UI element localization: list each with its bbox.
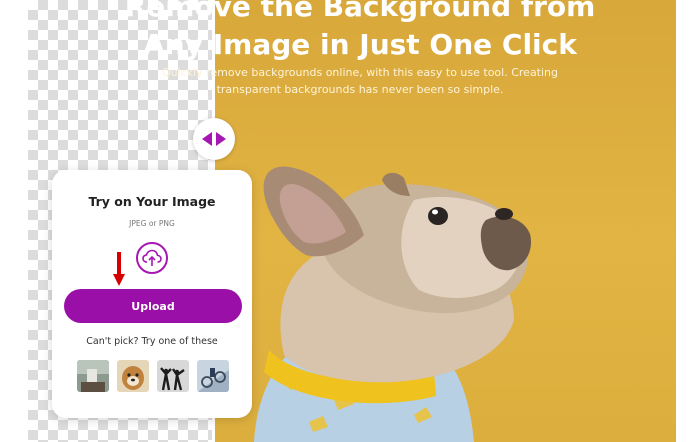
upload-card: Try on Your Image JPEG or PNG Upload Can… — [52, 170, 252, 418]
hero-title-line-1: Remove the Background from — [124, 0, 596, 23]
dancers-thumbnail — [157, 360, 189, 392]
left-right-arrows-icon — [202, 132, 226, 146]
right-margin — [676, 0, 690, 442]
comparison-slider-handle[interactable] — [193, 118, 235, 160]
upload-button[interactable]: Upload — [64, 289, 242, 323]
sample-image-room[interactable] — [77, 360, 109, 392]
cloud-upload-glyph — [142, 249, 162, 266]
room-thumbnail — [77, 360, 109, 392]
background-remover-page: Remove the Background from Any Image in … — [0, 0, 690, 442]
cloud-upload-icon[interactable] — [136, 242, 168, 274]
hero-subtitle: Quickly remove backgrounds online, with … — [140, 64, 580, 98]
hero-subtitle-line-2: transparent backgrounds has never been s… — [216, 83, 504, 96]
bikes-thumbnail — [197, 360, 229, 392]
left-margin — [0, 0, 28, 442]
red-arrow-annotation-icon — [113, 252, 125, 286]
french-bulldog-image — [254, 166, 532, 442]
sample-image-dog[interactable] — [117, 360, 149, 392]
sample-image-dancers[interactable] — [157, 360, 189, 392]
hero-title-line-2: Any Image in Just One Click — [143, 28, 577, 61]
hero-title: Remove the Background from Any Image in … — [70, 0, 650, 64]
sample-image-bikes[interactable] — [197, 360, 229, 392]
upload-card-title: Try on Your Image — [88, 194, 216, 209]
supported-formats: JPEG or PNG — [129, 219, 175, 228]
dog-thumbnail — [117, 360, 149, 392]
hero-subtitle-line-1: Quickly remove backgrounds online, with … — [161, 66, 559, 79]
sample-images-label: Can't pick? Try one of these — [86, 336, 218, 347]
